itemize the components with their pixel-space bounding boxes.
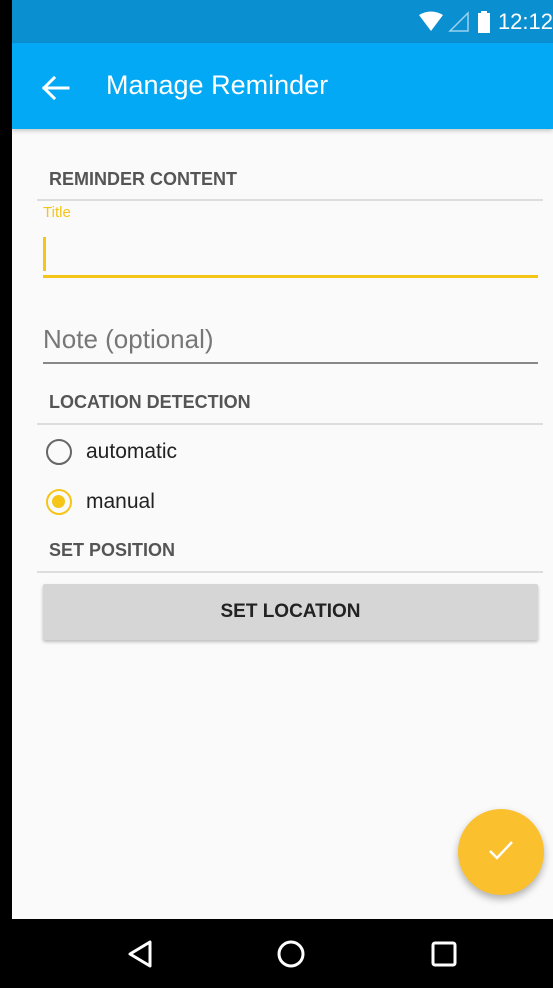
radio-manual[interactable]: manual: [46, 485, 155, 519]
status-icons: 12:12: [418, 9, 553, 34]
app-screen: 12:12 Manage Reminder REMINDER CONTENT T…: [12, 0, 553, 988]
arrow-back-icon[interactable]: [38, 71, 72, 105]
divider: [37, 423, 543, 425]
radio-unchecked-icon: [46, 439, 72, 465]
section-header-reminder-content: REMINDER CONTENT: [49, 169, 237, 189]
radio-automatic[interactable]: automatic: [46, 435, 177, 469]
navigation-bar: [0, 919, 553, 988]
section-header-location-detection: LOCATION DETECTION: [49, 392, 251, 412]
radio-dot: [52, 495, 65, 508]
divider: [37, 199, 543, 201]
battery-icon: [477, 11, 490, 33]
title-label: Title: [43, 204, 71, 221]
wifi-icon: [418, 11, 444, 33]
check-icon: [485, 834, 517, 870]
divider: [37, 571, 543, 573]
title-input[interactable]: [43, 233, 538, 278]
home-circle-icon[interactable]: [273, 936, 309, 972]
signal-icon: [448, 11, 470, 33]
recents-square-icon[interactable]: [426, 936, 462, 972]
page-title: Manage Reminder: [106, 70, 329, 100]
radio-label-manual: manual: [86, 490, 155, 513]
note-placeholder: Note (optional): [43, 324, 214, 354]
status-bar: 12:12: [12, 0, 553, 43]
radio-checked-icon: [46, 489, 72, 515]
app-bar: Manage Reminder: [12, 43, 553, 129]
confirm-fab-button[interactable]: [458, 809, 544, 895]
section-header-set-position: SET POSITION: [49, 540, 176, 560]
status-time: 12:12: [497, 9, 553, 34]
set-location-button[interactable]: SET LOCATION: [43, 584, 538, 640]
back-triangle-icon[interactable]: [123, 936, 159, 972]
radio-label-automatic: automatic: [86, 440, 178, 463]
note-input[interactable]: Note (optional): [43, 318, 538, 364]
text-cursor: [43, 237, 46, 271]
